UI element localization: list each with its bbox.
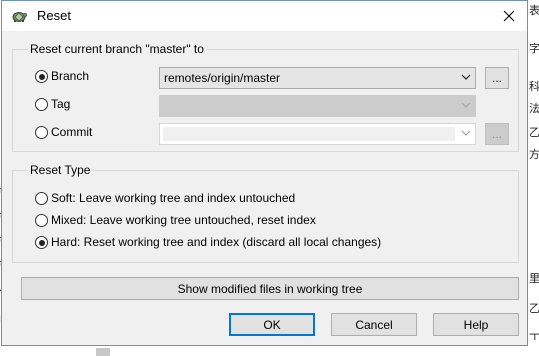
branch-browse-button[interactable]: ... (485, 67, 509, 89)
soft-reset-radio[interactable] (35, 192, 48, 205)
window-title: Reset (37, 8, 71, 23)
close-icon (503, 10, 515, 22)
title-bar[interactable]: Reset (2, 1, 527, 31)
commit-browse-label: ... (491, 127, 502, 141)
tag-radio-label[interactable]: Tag (51, 97, 70, 111)
show-modified-files-button[interactable]: Show modified files in working tree (21, 277, 519, 300)
background-text: 表 (529, 5, 539, 17)
cancel-button-label: Cancel (355, 317, 393, 332)
background-text: 里 (529, 273, 539, 285)
background-scroll-block (96, 348, 110, 356)
reset-target-group: Reset current branch "master" to Branch … (12, 42, 519, 152)
commit-input[interactable] (159, 123, 476, 145)
tag-select[interactable] (159, 95, 476, 117)
branch-radio-label[interactable]: Branch (51, 69, 89, 83)
screen: 表 字 科 法 乙 方 里 乙 丁 t t t t A E Reset (0, 0, 539, 356)
branch-select-value: remotes/origin/master (164, 71, 281, 85)
chevron-down-icon (461, 74, 471, 80)
tag-radio[interactable] (35, 98, 48, 111)
reset-type-group-label: Reset Type (28, 163, 93, 177)
commit-radio[interactable] (35, 126, 48, 139)
ok-button[interactable]: OK (229, 313, 315, 336)
help-button[interactable]: Help (433, 313, 519, 336)
background-text: 方 (529, 149, 539, 161)
reset-dialog: Reset Reset current branch "master" to B… (1, 0, 528, 346)
reset-type-group: Reset Type Soft: Leave working tree and … (12, 163, 519, 263)
background-app-right: 表 字 科 法 乙 方 里 乙 丁 (527, 0, 539, 356)
commit-browse-button[interactable]: ... (485, 123, 509, 145)
commit-radio-label[interactable]: Commit (51, 125, 92, 139)
hard-reset-label[interactable]: Hard: Reset working tree and index (disc… (51, 235, 381, 249)
help-button-label: Help (463, 317, 489, 332)
background-text: 乙 (529, 127, 539, 139)
soft-reset-label[interactable]: Soft: Leave working tree and index untou… (51, 191, 295, 205)
background-text: 乙 (529, 303, 539, 315)
cancel-button[interactable]: Cancel (331, 313, 417, 336)
branch-browse-label: ... (491, 71, 502, 85)
hard-reset-radio[interactable] (35, 236, 48, 249)
background-text: 字 (529, 43, 539, 55)
branch-select[interactable]: remotes/origin/master (159, 67, 476, 89)
close-button[interactable] (491, 1, 527, 31)
background-text: 法 (529, 103, 539, 115)
background-text: 科 (529, 81, 539, 93)
reset-target-group-label: Reset current branch "master" to (28, 42, 206, 56)
chevron-down-icon (461, 130, 471, 136)
mixed-reset-radio[interactable] (35, 214, 48, 227)
show-modified-files-label: Show modified files in working tree (177, 281, 363, 296)
ok-button-label: OK (263, 317, 281, 332)
mixed-reset-label[interactable]: Mixed: Leave working tree untouched, res… (51, 213, 316, 227)
branch-radio[interactable] (35, 70, 48, 83)
tortoise-app-icon (12, 12, 27, 22)
commit-input-field (163, 127, 455, 141)
chevron-down-icon (461, 102, 471, 108)
